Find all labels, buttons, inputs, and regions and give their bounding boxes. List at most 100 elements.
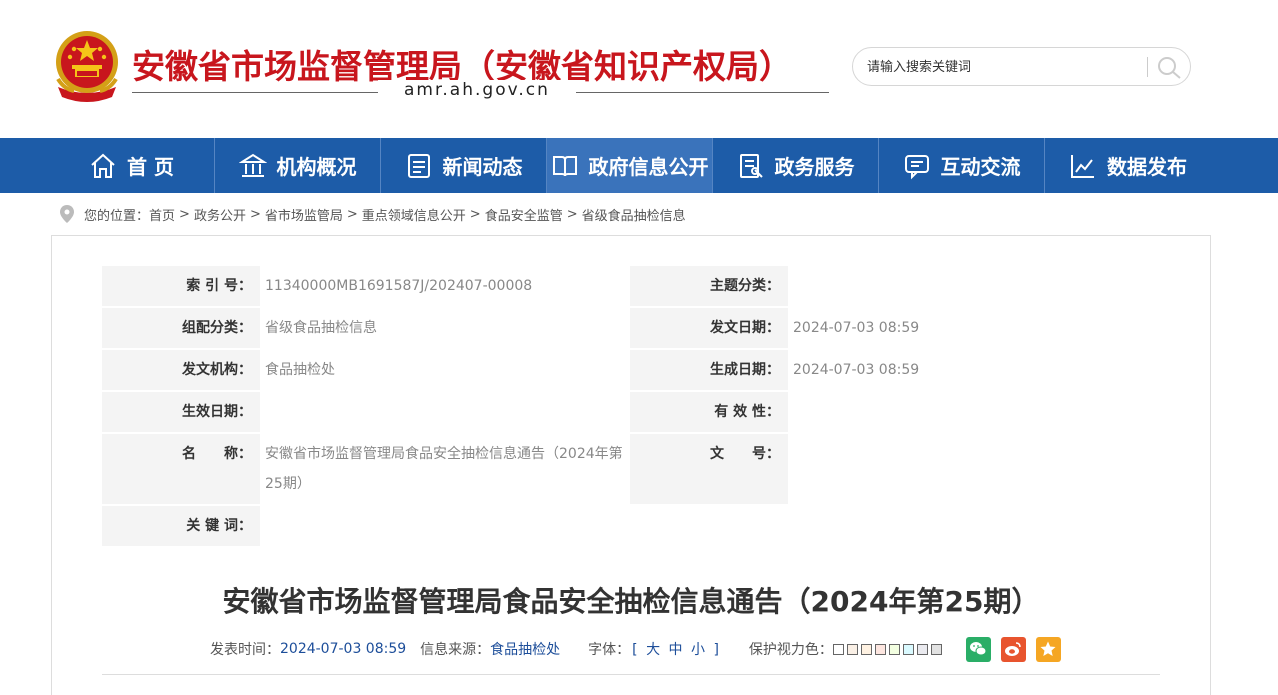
nav-item-label: 政务服务 [774, 155, 855, 179]
eye-care-swatch[interactable] [888, 643, 900, 655]
eye-care-swatch[interactable] [902, 643, 914, 655]
font-large-button[interactable]: 大 [644, 642, 662, 658]
nav-item-gov-info[interactable]: 政府信息公开 [547, 138, 713, 193]
source-label: 信息来源： [420, 642, 491, 658]
meta-value: 11340000MB1691587J/202407-00008 [260, 266, 630, 306]
nav-item-label: 机构概况 [276, 155, 357, 179]
font-size-controls: [ 大 中 小 ] [630, 639, 721, 659]
news-icon [407, 153, 430, 178]
nav-item-institution[interactable]: 机构概况 [215, 138, 381, 193]
font-small-button[interactable]: 小 [689, 642, 707, 658]
nav-item-label: 互动交流 [940, 155, 1021, 179]
breadcrumb-food-sampling[interactable]: 省级食品抽检信息 [582, 205, 686, 224]
breadcrumb-separator: > [179, 206, 190, 222]
star-icon [1040, 641, 1056, 656]
meta-value: 2024-07-03 08:59 [788, 308, 1158, 348]
meta-label: 索 引 号： [102, 266, 260, 306]
meta-value: 2024-07-03 08:59 [788, 350, 1158, 390]
meta-row: 组配分类： 省级食品抽检信息 发文日期： 2024-07-03 08:59 [102, 308, 1160, 348]
home-icon [91, 153, 115, 178]
eye-care-swatch[interactable] [916, 643, 928, 655]
breadcrumb-separator: > [346, 206, 358, 222]
site-domain: amr.ah.gov.cn [378, 80, 576, 100]
eye-care-swatch[interactable] [860, 643, 872, 655]
meta-row: 名 称： 安徽省市场监督管理局食品安全抽检信息通告（2024年第25期） 文 号… [102, 434, 1160, 504]
nav-item-service[interactable]: 政务服务 [713, 138, 879, 193]
breadcrumb-bureau[interactable]: 省市场监管局 [265, 205, 343, 224]
font-bracket-open: [ [632, 642, 638, 658]
nav-item-label: 首 页 [127, 155, 174, 179]
search-divider [1147, 57, 1148, 77]
meta-row: 关 键 词： [102, 506, 1160, 546]
breadcrumb-prefix: 您的位置： [84, 208, 150, 224]
breadcrumb-home[interactable]: 首页 [149, 205, 175, 224]
main-nav: 首 页 机构概况 新闻动态 政府信息公开 政务服务 互动交流 数据发布 [0, 138, 1278, 193]
meta-value [788, 266, 1158, 306]
eye-care-swatch[interactable] [832, 643, 844, 655]
font-bracket-close: ] [713, 642, 719, 658]
share-favorite-button[interactable] [1035, 636, 1061, 662]
location-pin-icon [60, 205, 74, 223]
meta-row: 发文机构： 食品抽检处 生成日期： 2024-07-03 08:59 [102, 350, 1160, 390]
line-chart-icon [1071, 154, 1094, 178]
breadcrumb-separator: > [469, 206, 481, 222]
meta-value [788, 434, 1158, 504]
eye-care-label: 保护视力色： [748, 642, 833, 658]
meta-label: 主题分类： [630, 266, 788, 306]
institution-icon [238, 153, 267, 177]
search-input[interactable] [867, 56, 1137, 78]
meta-value [260, 506, 1158, 546]
meta-label: 生效日期： [102, 392, 260, 432]
article-title: 安徽省市场监督管理局食品安全抽检信息通告（2024年第25期） [222, 585, 1040, 618]
breadcrumb-gov-open[interactable]: 政务公开 [194, 205, 246, 224]
meta-label: 组配分类： [102, 308, 260, 348]
meta-row: 生效日期： 有 效 性： [102, 392, 1160, 432]
nav-item-label: 数据发布 [1107, 155, 1187, 179]
nav-item-interact[interactable]: 互动交流 [879, 138, 1045, 193]
nav-item-label: 政府信息公开 [588, 155, 709, 179]
eye-care-swatch[interactable] [930, 643, 942, 655]
source-value: 食品抽检处 [490, 642, 561, 658]
breadcrumb-separator: > [249, 206, 261, 222]
service-form-icon [739, 153, 763, 178]
content-panel: 索 引 号： 11340000MB1691587J/202407-00008 主… [51, 235, 1211, 695]
breadcrumb-food-safety[interactable]: 食品安全监管 [485, 205, 563, 224]
meta-label: 文 号： [630, 434, 788, 504]
article-info-bar: 发表时间： 2024-07-03 08:59 信息来源： 食品抽检处 字体： [… [210, 635, 1061, 663]
info-divider [102, 674, 1160, 675]
search-box [852, 47, 1191, 86]
meta-value: 安徽省市场监督管理局食品安全抽检信息通告（2024年第25期） [260, 434, 630, 504]
nav-item-news[interactable]: 新闻动态 [381, 138, 547, 193]
meta-label: 生成日期： [630, 350, 788, 390]
meta-row: 索 引 号： 11340000MB1691587J/202407-00008 主… [102, 266, 1160, 306]
font-medium-button[interactable]: 中 [667, 642, 685, 658]
meta-value [788, 392, 1158, 432]
meta-value [260, 392, 630, 432]
search-icon[interactable] [1155, 54, 1183, 80]
breadcrumb-key-areas[interactable]: 重点领域信息公开 [362, 205, 466, 224]
nav-item-label: 新闻动态 [442, 155, 523, 179]
eye-care-swatch[interactable] [874, 643, 886, 655]
publish-time-value: 2024-07-03 08:59 [280, 641, 407, 657]
meta-value: 省级食品抽检信息 [260, 308, 630, 348]
open-book-icon [552, 155, 577, 176]
meta-label: 有 效 性： [630, 392, 788, 432]
share-weibo-button[interactable] [1000, 636, 1026, 662]
site-header: 安徽省市场监督管理局（安徽省知识产权局） amr.ah.gov.cn [0, 0, 1278, 138]
meta-label: 名 称： [102, 434, 260, 504]
eye-care-swatch[interactable] [846, 643, 858, 655]
national-emblem-icon[interactable] [50, 27, 124, 105]
chat-icon [904, 154, 929, 179]
publish-time-label: 发表时间： [210, 642, 280, 658]
nav-item-home[interactable]: 首 页 [49, 138, 215, 193]
meta-value: 食品抽检处 [260, 350, 630, 390]
share-wechat-button[interactable] [965, 636, 991, 662]
weibo-icon [1005, 642, 1022, 656]
nav-item-data[interactable]: 数据发布 [1045, 138, 1211, 193]
meta-label: 发文机构： [102, 350, 260, 390]
meta-label: 关 键 词： [102, 506, 260, 546]
meta-label: 发文日期： [630, 308, 788, 348]
breadcrumb: 您的位置： 首页 > 政务公开 > 省市场监管局 > 重点领域信息公开 > 食品… [60, 204, 686, 224]
font-size-label: 字体： [588, 642, 631, 658]
wechat-icon [970, 642, 987, 656]
